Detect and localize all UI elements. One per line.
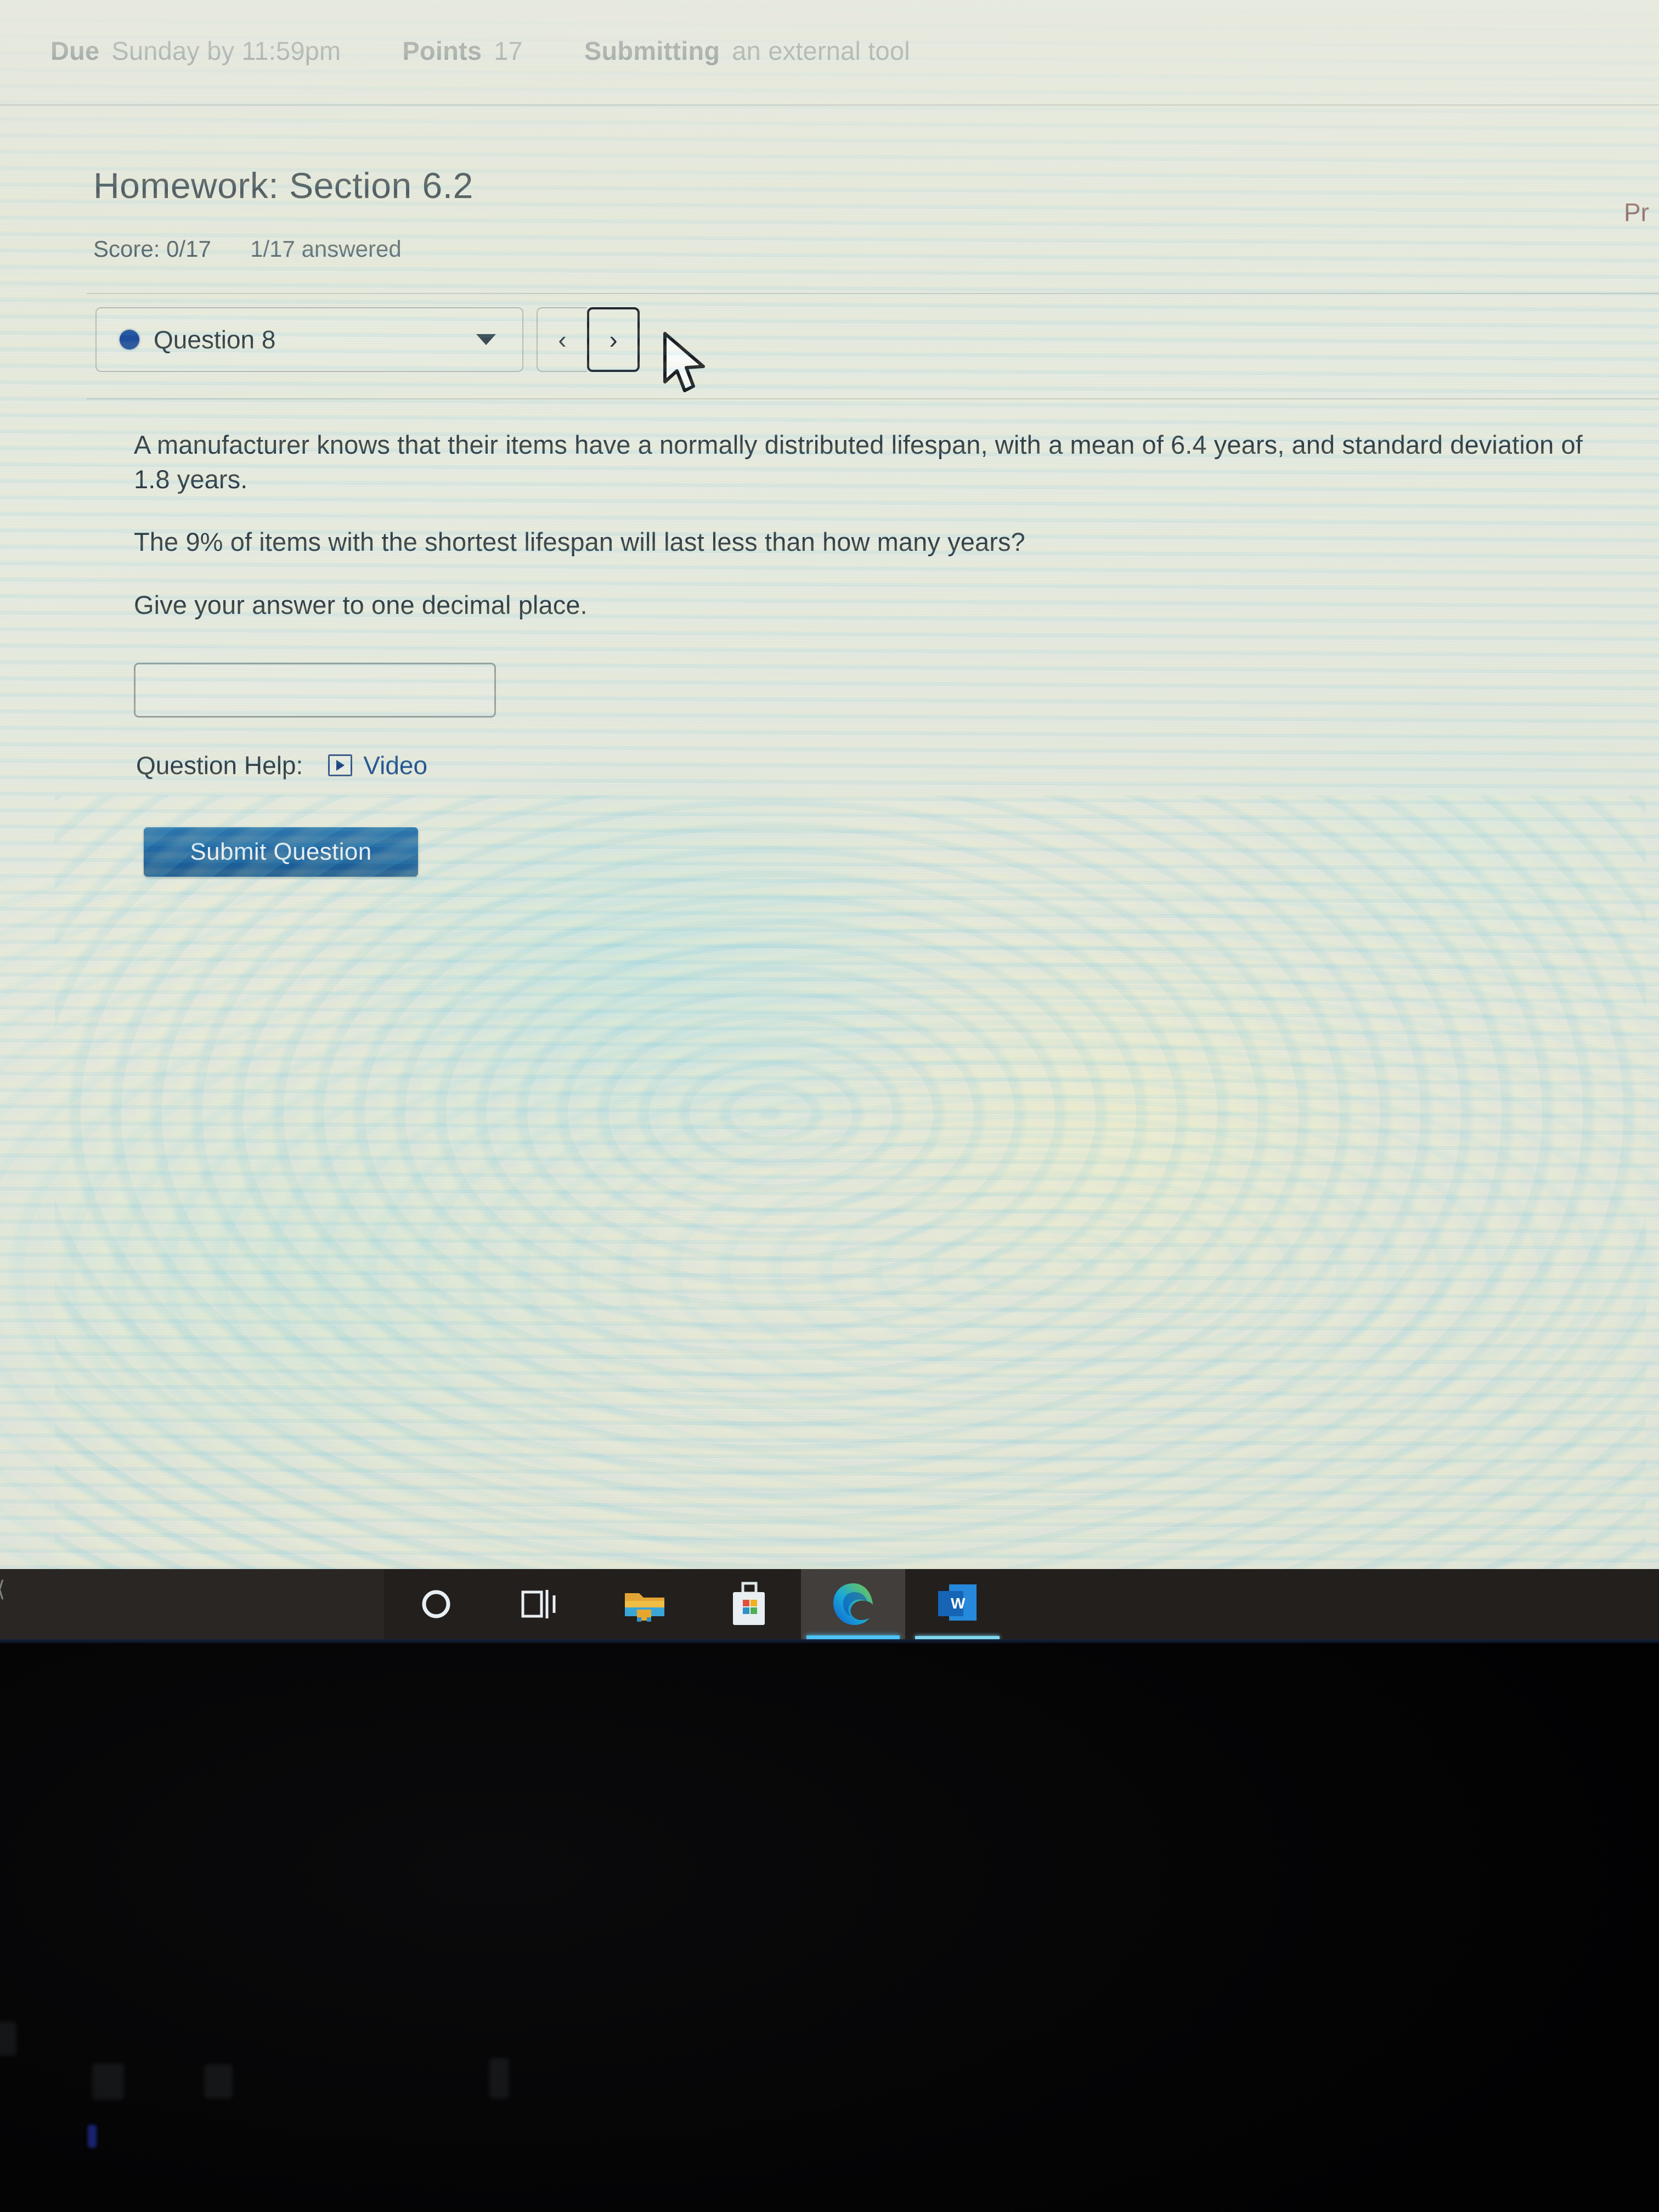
next-question-button[interactable]: › (587, 307, 640, 372)
answer-input-wrapper[interactable] (134, 663, 496, 718)
cortana-icon (422, 1590, 450, 1618)
due-label: Due (50, 36, 100, 65)
submitting-value: an external tool (732, 36, 910, 65)
keyboard-reflection-4 (489, 2058, 509, 2098)
taskbar-item-file-explorer[interactable] (592, 1569, 697, 1639)
score-row: Score: 0/17 1/17 answered (93, 236, 402, 262)
chevron-down-icon (476, 334, 496, 345)
question-selector-label: Question 8 (154, 325, 276, 354)
question-body: A manufacturer knows that their items ha… (134, 428, 1626, 622)
previous-question-button[interactable]: ‹ (537, 307, 587, 372)
title-divider (87, 293, 1659, 294)
answer-instruction: Give your answer to one decimal place. (134, 590, 588, 619)
answered-count: 1/17 answered (250, 236, 402, 262)
taskbar-items: W (384, 1569, 1009, 1639)
microsoft-edge-icon (833, 1583, 873, 1625)
answer-input[interactable] (136, 664, 494, 716)
keyboard-indicator-led (88, 2125, 97, 2148)
assignment-meta-row: Due Sunday by 11:59pm Points 17 Submitti… (0, 29, 1659, 72)
taskbar-item-microsoft-store[interactable] (697, 1569, 801, 1639)
page-title: Homework: Section 6.2 (93, 165, 473, 206)
screen-bottom-edge (0, 1639, 1659, 1643)
task-view-icon (521, 1590, 556, 1618)
score-label: Score: 0/17 (93, 236, 211, 262)
print-link-partial[interactable]: Pr (1624, 198, 1659, 227)
question-nav-buttons: ‹ › (537, 307, 640, 372)
question-status-dot-icon (120, 330, 139, 349)
file-explorer-icon (625, 1593, 664, 1622)
question-divider (87, 398, 1659, 399)
due-value: Sunday by 11:59pm (111, 36, 341, 65)
microsoft-word-icon: W (938, 1584, 977, 1621)
laptop-display: Due Sunday by 11:59pm Points 17 Submitti… (0, 0, 1659, 1643)
windows-taskbar: W (0, 1569, 1659, 1639)
keyboard-reflection-2 (92, 2063, 124, 2100)
question-help-row: Question Help: Video (136, 751, 427, 780)
keyboard-reflection-3 (204, 2064, 233, 2098)
question-prompt: The 9% of items with the shortest lifesp… (134, 527, 1025, 556)
header-divider (0, 104, 1659, 106)
laptop-bezel-dark-area (0, 1643, 1659, 2212)
taskbar-item-microsoft-edge[interactable] (801, 1569, 905, 1639)
taskbar-item-microsoft-word[interactable]: W (905, 1569, 1009, 1639)
question-help-label: Question Help: (136, 751, 303, 780)
microsoft-store-icon (733, 1582, 765, 1625)
video-help-link[interactable]: Video (363, 751, 427, 780)
question-statement: A manufacturer knows that their items ha… (134, 430, 1583, 494)
points-value: 17 (494, 36, 523, 65)
play-video-icon[interactable] (328, 754, 353, 776)
laptop-screen-photo: Due Sunday by 11:59pm Points 17 Submitti… (0, 0, 1659, 2212)
svg-text:W: W (951, 1595, 966, 1612)
submit-question-button[interactable]: Submit Question (144, 827, 418, 877)
taskbar-edge-glyph: ⟨ (0, 1577, 5, 1602)
submitting-label: Submitting (584, 36, 720, 65)
taskbar-left-region (0, 1569, 384, 1639)
taskbar-item-task-view[interactable] (488, 1569, 592, 1639)
keyboard-reflection-1 (0, 2022, 16, 2056)
taskbar-item-cortana[interactable] (384, 1569, 488, 1639)
question-selector-dropdown[interactable]: Question 8 (95, 307, 523, 372)
points-label: Points (402, 36, 482, 65)
page-background (0, 0, 1659, 1569)
